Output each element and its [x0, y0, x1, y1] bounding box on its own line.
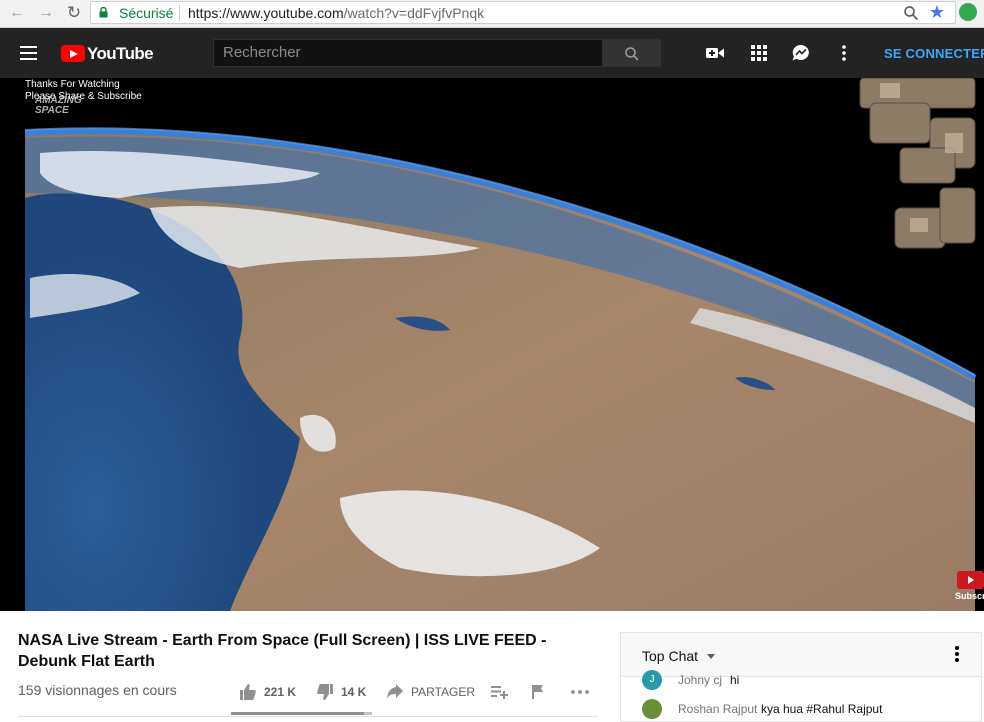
chat-text: kya hua #Rahul Rajput: [761, 702, 883, 716]
subscribe-play-icon: [957, 571, 984, 589]
forward-arrow-icon[interactable]: →: [36, 3, 56, 23]
video-title: NASA Live Stream - Earth From Space (Ful…: [18, 632, 547, 670]
share-button[interactable]: PARTAGER: [386, 682, 475, 702]
address-bar[interactable]: Sécurisé https://www.youtube.com/watch?v…: [90, 1, 956, 24]
search-icon: [625, 47, 639, 61]
subscribe-watermark-button[interactable]: Subscribe: [955, 571, 984, 603]
youtube-play-logo-icon: [61, 45, 85, 62]
like-ratio-fill: [231, 712, 364, 715]
search-button[interactable]: [602, 39, 661, 67]
zoom-icon[interactable]: [903, 5, 919, 21]
youtube-masthead: YouTube Rechercher SE CONNECTER: [0, 28, 984, 78]
youtube-wordmark: YouTube: [87, 44, 154, 63]
apps-grid-icon[interactable]: [749, 44, 769, 62]
add-to-playlist-icon[interactable]: [490, 682, 508, 702]
search-input[interactable]: Rechercher: [213, 39, 603, 67]
reload-icon[interactable]: ↻: [64, 3, 84, 23]
chat-author[interactable]: Johny cj: [678, 673, 722, 687]
chat-text: hi: [730, 673, 740, 687]
watermark-bottom: SPACE: [35, 105, 69, 116]
url-text[interactable]: https://www.youtube.com/watch?v=ddFvjfvP…: [188, 5, 484, 21]
video-overlay-line-1: Thanks For Watching: [25, 79, 120, 90]
address-divider: [179, 5, 180, 21]
report-flag-icon[interactable]: [530, 682, 546, 702]
like-count: 221 K: [264, 685, 297, 699]
chat-message: J Johny cj hi: [642, 670, 972, 692]
chevron-down-icon[interactable]: [707, 654, 715, 659]
thumbs-up-icon: [240, 684, 256, 700]
more-horiz-icon[interactable]: [570, 682, 590, 702]
channel-watermark-logo: AMAZING SPACE: [35, 96, 82, 116]
secure-label: Sécurisé: [119, 5, 174, 21]
back-arrow-icon[interactable]: ←: [7, 3, 27, 23]
share-arrow-icon: [387, 684, 403, 699]
dislike-count: 14 K: [341, 685, 367, 699]
view-count: 159 visionnages en cours: [18, 682, 177, 698]
chat-more-vert-icon[interactable]: [955, 646, 959, 662]
dislike-button[interactable]: 14 K: [315, 682, 367, 702]
browser-toolbar: ← → ↻ Sécurisé https://www.youtube.com/w…: [0, 0, 984, 28]
like-button[interactable]: 221 K: [238, 682, 298, 702]
avatar: J: [642, 670, 662, 690]
more-vert-icon[interactable]: [834, 44, 854, 62]
lock-icon: [99, 7, 108, 18]
subscribe-label: Subscribe: [955, 591, 984, 601]
create-video-icon[interactable]: [705, 44, 725, 62]
sign-in-button[interactable]: SE CONNECTER: [884, 46, 984, 61]
url-host: https://www.youtube.com: [188, 5, 344, 21]
share-label: PARTAGER: [411, 685, 476, 699]
live-chat-panel: Top Chat J Johny cj hi Roshan Rajput kya…: [620, 632, 982, 722]
video-player[interactable]: Thanks For Watching Please Share & Subsc…: [0, 78, 984, 611]
like-dislike-ratio-bar: [231, 712, 372, 715]
chat-author[interactable]: Roshan Rajput: [678, 702, 757, 716]
earth-from-space-frame: [0, 78, 984, 611]
chat-message: Roshan Rajput kya hua #Rahul Rajput: [642, 699, 972, 721]
avatar: [642, 699, 662, 719]
menu-icon[interactable]: [20, 46, 37, 60]
messages-icon[interactable]: [791, 44, 811, 62]
url-path: /watch?v=ddFvjfvPnqk: [343, 5, 485, 21]
extension-icon[interactable]: [959, 3, 977, 21]
thumbs-down-icon: [317, 684, 333, 700]
chat-mode-dropdown[interactable]: Top Chat: [642, 648, 698, 664]
bookmark-star-icon[interactable]: ★: [929, 3, 945, 21]
info-divider: [18, 716, 598, 717]
